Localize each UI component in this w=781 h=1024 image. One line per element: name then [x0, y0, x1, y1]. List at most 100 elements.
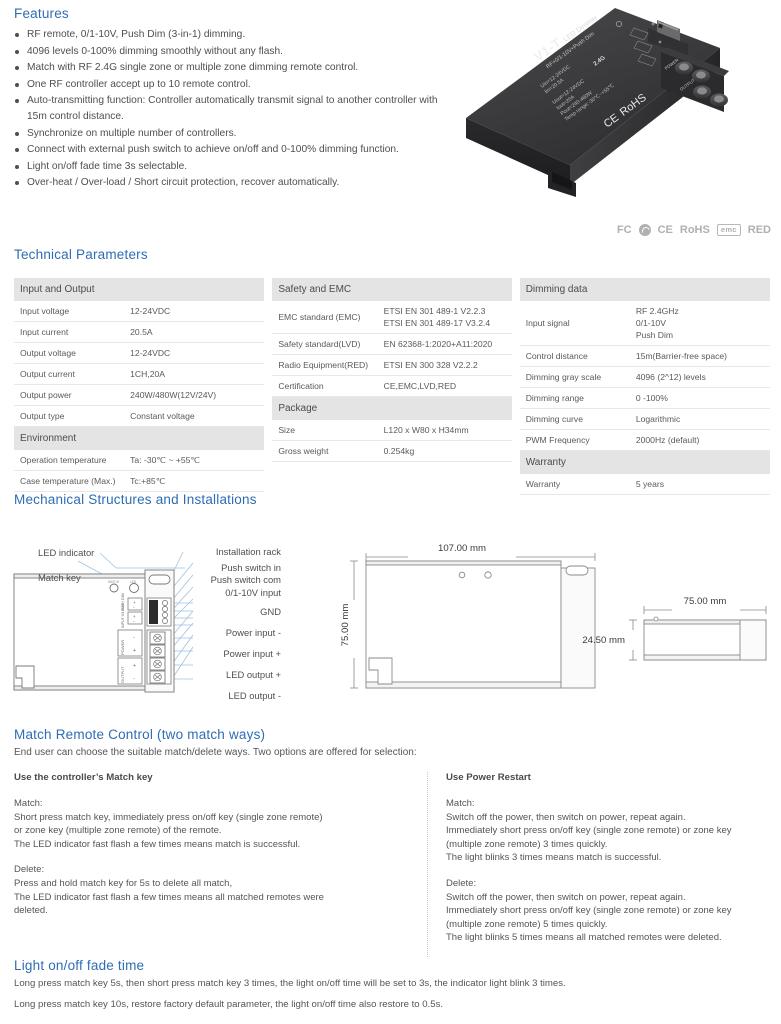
spec-group-header-label: Package: [272, 396, 512, 420]
spec-value-line: RF 2.4GHz: [635, 306, 679, 316]
spec-value: 1CH,20A: [124, 363, 265, 385]
spec-value: EN 62368-1:2020+A11:2020: [377, 333, 512, 355]
spec-key: PWM Frequency: [519, 429, 630, 451]
mech-label-installation-rack: Installation rack: [216, 546, 281, 557]
spec-row: PWM Frequency 2000Hz (default): [519, 429, 771, 451]
spec-key: EMC standard (EMC): [272, 301, 378, 334]
spec-row: Output voltage 12-24VDC: [14, 342, 265, 364]
spec-value: Tc:+85℃: [124, 470, 265, 492]
svg-text:LED: LED: [130, 580, 137, 584]
spec-key: Output current: [14, 363, 125, 385]
match-block-label: Delete:: [446, 877, 477, 889]
spec-group-header: Safety and EMC: [272, 278, 512, 301]
fade-time-line: Long press match key 5s, then short pres…: [14, 978, 566, 989]
spec-key: Radio Equipment(RED): [272, 354, 378, 376]
match-block-line: (multiple zone remote) 5 times quickly.: [446, 918, 608, 930]
mechanical-title: Mechanical Structures and Installations: [14, 492, 257, 507]
mech-label-match-key: Match key: [38, 572, 81, 583]
spec-value-line: ETSI EN 301 489-1 V2.2.3: [383, 306, 486, 316]
fcc-icon: FC: [616, 223, 632, 236]
svg-text:INPUT 0/1-10V: INPUT 0/1-10V: [121, 603, 125, 628]
dim-height-label: 75.00 mm: [340, 604, 351, 647]
match-block-line: Immediately short press on/off key (sing…: [446, 825, 732, 837]
spec-key: Size: [272, 420, 378, 441]
spec-key: Input voltage: [14, 301, 125, 322]
mech-label-power-input-minus: Power input -: [226, 627, 281, 638]
spec-value: CE,EMC,LVD,RED: [377, 375, 512, 397]
spec-row: Dimming gray scale 4096 (2^12) levels: [519, 366, 771, 388]
spec-value-line: 20.5A: [130, 327, 153, 337]
spec-row: Operation temperature Ta: -30℃ ~ +55℃: [14, 450, 265, 471]
svg-text:OUTPUT: OUTPUT: [120, 666, 125, 683]
match-intro-text: End user can choose the suitable match/d…: [14, 747, 417, 758]
certification-row: FC CE RoHS emc RED: [617, 224, 771, 236]
spec-value-line: 0/1-10V: [635, 318, 666, 328]
spec-value-line: Constant voltage: [130, 411, 195, 421]
spec-key: Control distance: [519, 345, 630, 367]
spec-group-header-label: Safety and EMC: [272, 278, 512, 301]
spec-value: L120 x W80 x H34mm: [377, 420, 512, 441]
spec-key: Output type: [14, 405, 125, 427]
match-left-heading: Use the controller’s Match key: [14, 772, 153, 783]
spec-row: Control distance 15m(Barrier-free space): [519, 345, 771, 367]
match-block-label: Match:: [446, 798, 475, 809]
spec-key: Dimming range: [519, 387, 630, 409]
dim-width-label: 107.00 mm: [438, 543, 486, 554]
match-block-line: Press and hold match key for 5s to delet…: [14, 877, 233, 889]
mech-label-push-switch-com: Push switch com: [211, 574, 282, 585]
spec-column: Safety and EMC EMC standard (EMC) ETSI EN …: [272, 278, 512, 495]
mech-label-led-output-minus: LED output -: [228, 690, 281, 701]
match-block-line: Short press match key, immediately press…: [14, 811, 323, 823]
datasheet-page: Features RF remote, 0/1-10V, Push Dim (3…: [0, 0, 781, 1024]
spec-value: 12-24VDC: [124, 301, 265, 322]
match-instruction-block: Delete: Switch off the power, then switch…: [446, 877, 770, 945]
mech-label-gnd: GND: [260, 606, 281, 617]
spec-value-line: 12-24VDC: [130, 348, 171, 358]
feature-item: Over-heat / Over-load / Short circuit pr…: [14, 175, 444, 191]
spec-value: Logarithmic: [629, 408, 771, 430]
spec-value: Constant voltage: [124, 405, 265, 427]
spec-value-line: ETSI EN 300 328 V2.2.2: [383, 360, 478, 370]
spec-key: Dimming curve: [519, 408, 630, 430]
mech-label-0-1-10v-input: 0/1-10V input: [225, 587, 281, 598]
svg-text:POWER: POWER: [120, 640, 125, 655]
match-method-controller-key: Use the controller’s Match key Match: Sho…: [14, 772, 427, 957]
spec-key: Safety standard(LVD): [272, 333, 378, 355]
match-instruction-block: Match: Switch off the power, then switch …: [446, 797, 770, 865]
spec-key: Case temperature (Max.): [14, 470, 125, 492]
features-title: Features: [14, 6, 69, 21]
spec-table: Dimming data Input signal RF 2.4GHz 0/1-10V…: [519, 278, 771, 495]
spec-group-header: Input and Output: [14, 278, 265, 301]
spec-row: Input voltage 12-24VDC: [14, 301, 265, 322]
spec-group-header: Package: [272, 396, 512, 420]
match-instruction-block: Match: Short press match key, immediately…: [14, 797, 413, 851]
svg-text:+: +: [133, 648, 136, 654]
spec-key: Operation temperature: [14, 450, 125, 471]
fade-time-body: Long press match key 5s, then short pres…: [14, 977, 766, 1019]
spec-value-line: Ta: -30℃ ~ +55℃: [130, 455, 201, 465]
spec-value: ETSI EN 300 328 V2.2.2: [377, 354, 512, 376]
match-instruction-block: Delete: Press and hold match key for 5s t…: [14, 863, 413, 917]
spec-value-line: L120 x W80 x H34mm: [383, 425, 469, 435]
spec-value: 0 -100%: [629, 387, 771, 409]
mech-label-led-indicator: LED indicator: [38, 547, 94, 558]
spec-value: 20.5A: [124, 321, 265, 343]
spec-group-header-label: Environment: [14, 426, 265, 450]
spec-value-line: CE,EMC,LVD,RED: [383, 381, 457, 391]
dim-depth-width-label: 75.00 mm: [684, 596, 727, 607]
rohs-icon: RoHS: [679, 223, 710, 236]
spec-key: Dimming gray scale: [519, 366, 630, 388]
spec-group-header: Environment: [14, 426, 265, 450]
spec-row: Output power 240W/480W(12V/24V): [14, 384, 265, 406]
match-block-line: The light blinks 3 times means match is …: [446, 852, 662, 864]
match-remote-title: Match Remote Control (two match ways): [14, 727, 266, 742]
match-right-heading: Use Power Restart: [446, 772, 531, 783]
match-block-line: or zone key (multiple zone remote) of th…: [14, 825, 222, 837]
feature-item: Synchronize on multiple number of contro…: [14, 126, 444, 142]
mech-label-power-input-plus: Power input +: [223, 648, 281, 659]
spec-value-line: 0.254kg: [383, 446, 415, 456]
feature-item: RF remote, 0/1-10V, Push Dim (3-in-1) di…: [14, 27, 444, 43]
spec-row: EMC standard (EMC) ETSI EN 301 489-1 V2.2…: [272, 301, 512, 334]
ce-icon: CE: [657, 223, 673, 236]
match-block-line: deleted.: [14, 905, 48, 917]
